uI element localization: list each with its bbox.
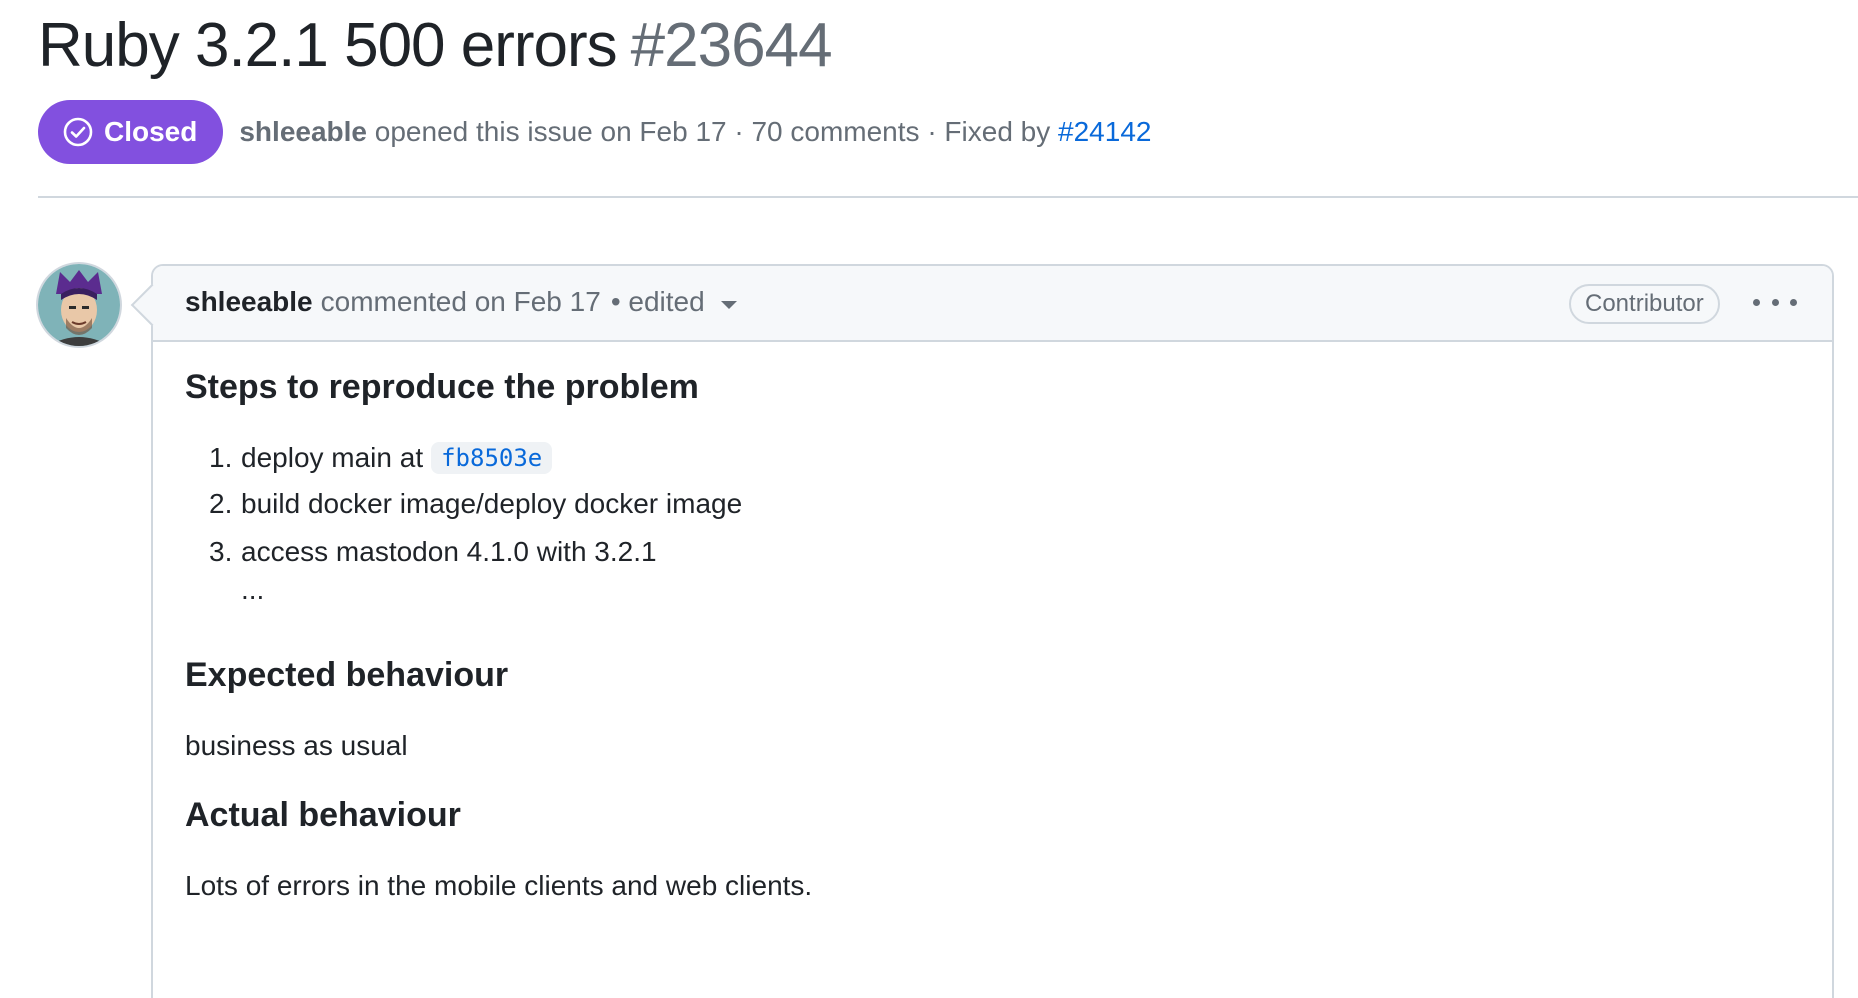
expected-heading: Expected behaviour	[185, 656, 509, 694]
kebab-horizontal-icon[interactable]	[1753, 290, 1797, 314]
issue-author-link[interactable]: shleeable	[239, 116, 367, 147]
list-item: 3. access mastodon 4.1.0 with 3.2.1	[209, 536, 657, 568]
comment-author-link[interactable]: shleeable	[185, 286, 313, 318]
kebab-dot	[1753, 298, 1760, 306]
list-number: 1.	[209, 442, 233, 473]
comment-card: shleeable commented on Feb 17 • edited C…	[151, 264, 1834, 998]
meta-text: shleeable opened this issue on Feb 17 · …	[239, 116, 1151, 148]
issue-meta: Closed shleeable opened this issue on Fe…	[38, 100, 1151, 164]
avatar[interactable]	[38, 264, 120, 346]
check-circle-icon	[63, 117, 93, 147]
issue-number: #23644	[630, 11, 833, 80]
list-number: 3.	[209, 536, 233, 567]
expected-text: business as usual	[185, 730, 408, 761]
list-item: 2. build docker image/deploy docker imag…	[209, 488, 742, 520]
list-item: 1. deploy main at fb8503e	[209, 442, 553, 474]
issue-title: Ruby 3.2.1 500 errors #23644	[38, 6, 833, 86]
actual-heading: Actual behaviour	[185, 796, 461, 834]
issue-title-text: Ruby 3.2.1 500 errors	[38, 11, 618, 80]
list-text: deploy main at	[241, 442, 424, 473]
caret-down-icon[interactable]	[720, 301, 737, 309]
actual-text: Lots of errors in the mobile clients and…	[185, 870, 813, 901]
kebab-dot	[1771, 298, 1779, 306]
fixed-by-link[interactable]: #24142	[1058, 116, 1151, 147]
list-number: 2.	[209, 488, 233, 519]
state-badge: Closed	[38, 100, 224, 164]
issue-opened-text: opened this issue on Feb 17 · 70 comment…	[374, 116, 1051, 147]
kebab-dot	[1790, 298, 1797, 306]
header-divider	[38, 196, 1858, 198]
state-label: Closed	[104, 116, 198, 147]
commit-code-link[interactable]: fb8503e	[431, 442, 553, 474]
steps-heading: Steps to reproduce the problem	[185, 368, 699, 406]
comment-date: commented on Feb 17	[320, 286, 601, 317]
avatar-image	[38, 264, 120, 346]
comment-header-text: shleeable commented on Feb 17 • edited	[185, 286, 737, 318]
list-text: build docker image/deploy docker image	[241, 488, 743, 519]
steps-ellipsis: ...	[241, 574, 265, 605]
issue-page: Ruby 3.2.1 500 errors #23644 Closed shlee…	[0, 0, 1858, 998]
contributor-badge: Contributor	[1569, 284, 1720, 324]
list-text: access mastodon 4.1.0 with 3.2.1	[241, 536, 657, 567]
comment-header: shleeable commented on Feb 17 • edited C…	[153, 266, 1832, 342]
edited-dropdown[interactable]: • edited	[611, 286, 705, 318]
